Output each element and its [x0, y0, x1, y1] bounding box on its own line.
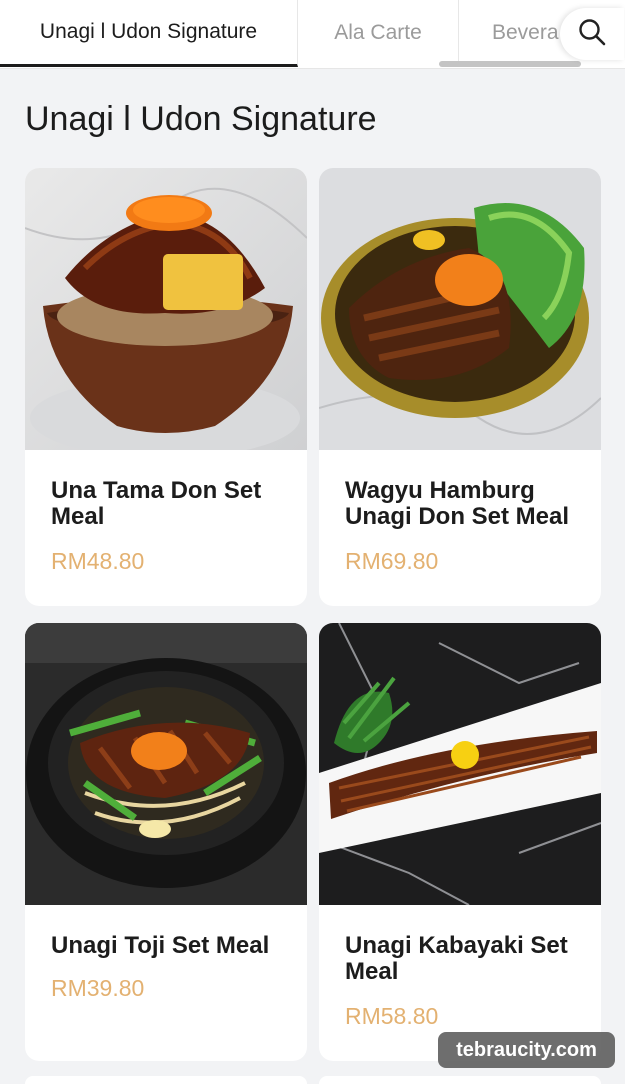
section-title: Unagi l Udon Signature [25, 100, 377, 138]
menu-item-card[interactable]: Unagi Kabayaki Set Meal RM58.80 [319, 623, 601, 1061]
item-price: RM58.80 [345, 1003, 439, 1029]
menu-item-card[interactable]: Unagi Toji Set Meal RM39.80 [25, 623, 307, 1061]
item-name: Una Tama Don Set Meal [51, 477, 262, 530]
item-price: RM69.80 [345, 548, 439, 574]
search-button[interactable] [560, 8, 624, 60]
next-card-top [319, 1076, 601, 1084]
item-price: RM48.80 [51, 548, 145, 574]
item-photo [25, 168, 307, 450]
next-card-top [25, 1076, 307, 1084]
watermark: tebraucity.com [438, 1032, 615, 1068]
item-photo [319, 623, 601, 905]
search-icon [577, 17, 607, 52]
category-tab-bar: Unagi l Udon Signature Ala Carte Bevera [0, 0, 625, 69]
menu-item-card[interactable]: Wagyu Hamburg Unagi Don Set Meal RM69.80 [319, 168, 601, 606]
item-photo [25, 623, 307, 905]
item-name: Unagi Toji Set Meal [51, 932, 270, 959]
tab-ala-carte[interactable]: Ala Carte [298, 0, 459, 66]
tab-scroll-indicator [439, 61, 581, 67]
tab-unagi-udon-signature[interactable]: Unagi l Udon Signature [0, 0, 298, 67]
item-price: RM39.80 [51, 975, 145, 1001]
item-photo [319, 168, 601, 450]
item-name: Unagi Kabayaki Set Meal [345, 932, 568, 985]
menu-item-card[interactable]: Una Tama Don Set Meal RM48.80 [25, 168, 307, 606]
item-name: Wagyu Hamburg Unagi Don Set Meal [345, 477, 570, 530]
